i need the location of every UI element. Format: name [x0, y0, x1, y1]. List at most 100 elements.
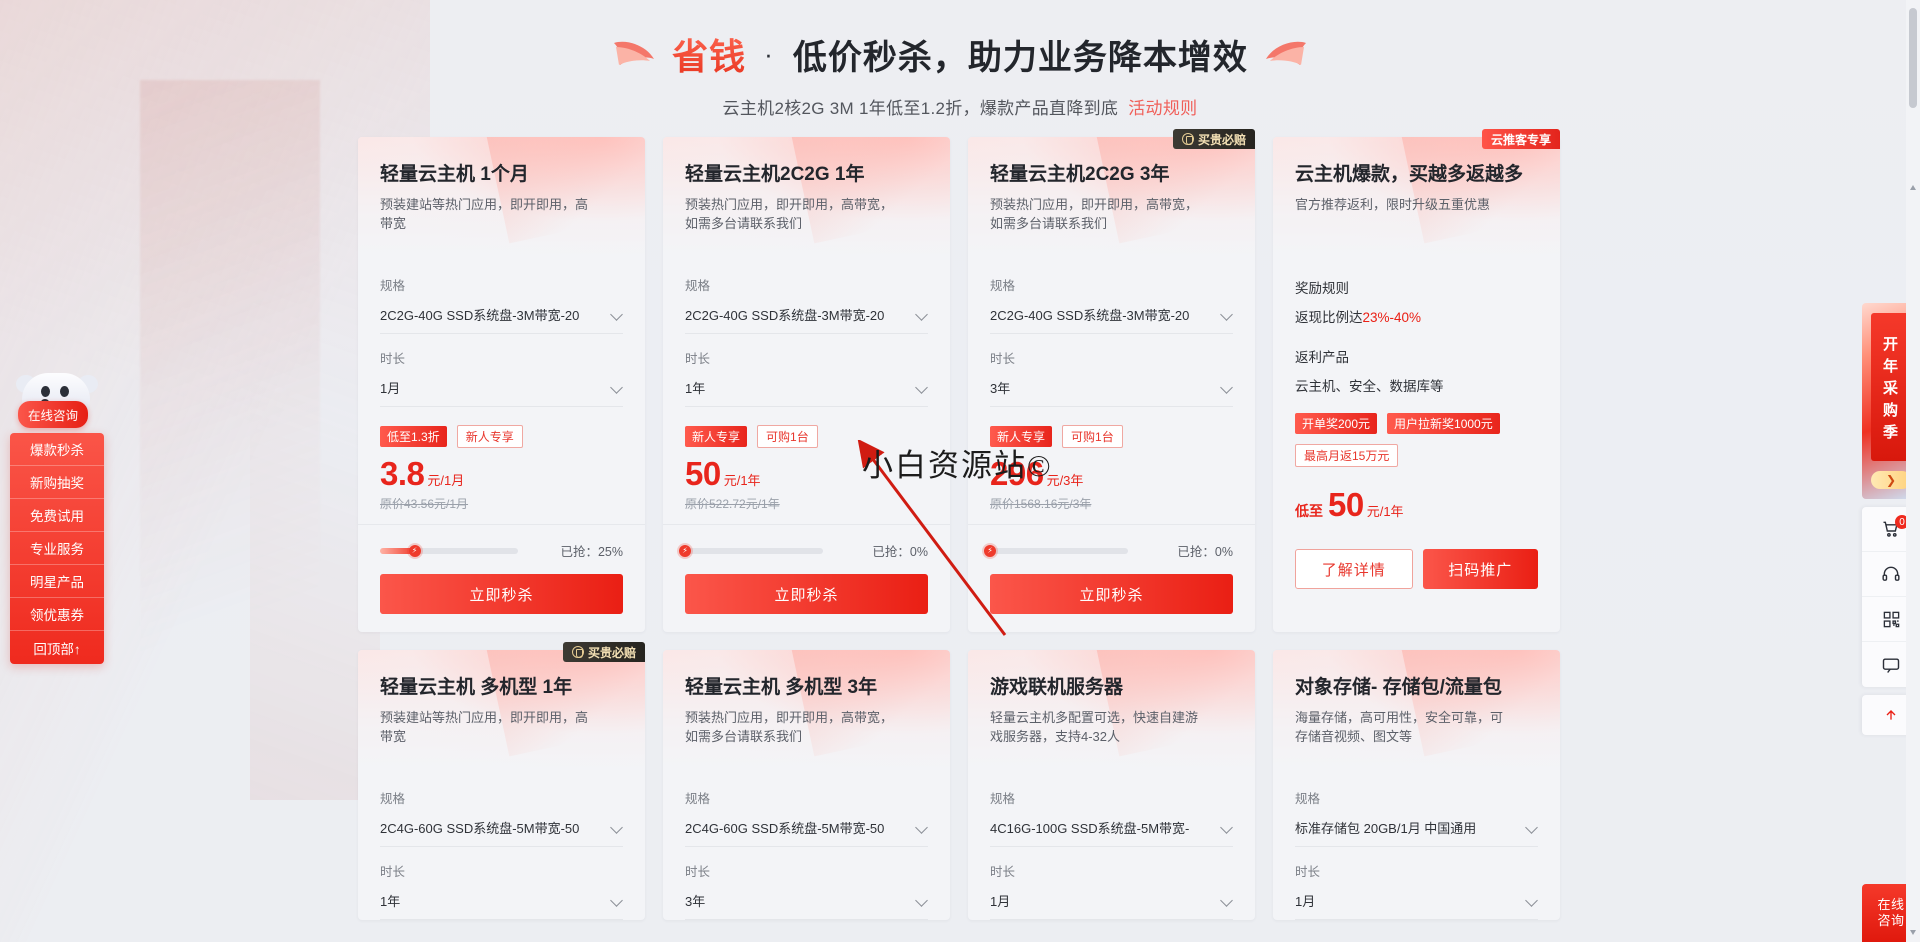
progress-bar: ⚡ — [679, 544, 823, 557]
chevron-down-icon — [916, 822, 928, 834]
spec-select[interactable]: 4C16G-100G SSD系统盘-5M带宽- — [990, 818, 1233, 837]
spec-field[interactable]: 规格 标准存储包 20GB/1月 中国通用 — [1295, 774, 1538, 848]
product-card[interactable]: 轻量云主机 1个月 预装建站等热门应用，即开即用，高带宽 规格 2C2G-40G… — [358, 137, 645, 633]
duration-label: 时长 — [1295, 865, 1321, 880]
page-title-highlight: 省钱 — [672, 28, 746, 80]
shield-icon — [571, 646, 584, 659]
original-price: 原价1568.16元/3年 — [990, 497, 1092, 512]
product-card[interactable]: 轻量云主机2C2G 1年 预装热门应用，即开即用，高带宽，如需多台请联系我们 规… — [663, 137, 950, 633]
duration-select[interactable]: 1年 — [685, 378, 928, 397]
learn-more-button[interactable]: 了解详情 — [1295, 549, 1413, 590]
card-description: 预装热门应用，即开即用，高带宽，如需多台请联系我们 — [990, 197, 1199, 231]
nav-item-star-products[interactable]: 明星产品 — [10, 565, 104, 598]
duration-value: 3年 — [685, 894, 706, 910]
duration-select[interactable]: 1月 — [1295, 891, 1538, 910]
spec-label: 规格 — [685, 279, 711, 293]
card-description: 海量存储，高可用性，安全可靠，可存储音视频、图文等 — [1295, 710, 1504, 745]
product-card[interactable]: 游戏联机服务器 轻量云主机多配置可选，快速自建游戏服务器，支持4-32人 规格 … — [968, 650, 1255, 921]
card-body: 规格 2C4G-60G SSD系统盘-5M带宽-50 时长 1年 — [358, 768, 645, 921]
duration-field[interactable]: 时长 1年 — [685, 334, 928, 407]
banner-char-5: 季 — [1882, 423, 1899, 441]
progress-text: 已抢：0% — [872, 545, 928, 560]
spec-select[interactable]: 2C2G-40G SSD系统盘-3M带宽-20 — [685, 305, 928, 324]
product-card[interactable]: 轻量云主机 多机型 3年 预装热门应用，即开即用，高带宽，如需多台请联系我们 规… — [663, 650, 950, 921]
duration-select[interactable]: 3年 — [990, 378, 1233, 397]
product-card[interactable]: 对象存储- 存储包/流量包 海量存储，高可用性，安全可靠，可存储音视频、图文等 … — [1273, 650, 1560, 921]
progress-knob-icon: ⚡ — [984, 544, 996, 557]
page-header: 省钱 · 低价秒杀，助力业务降本增效 云主机2核2G 3M 1年低至1.2折，爆… — [0, 0, 1920, 119]
duration-field[interactable]: 时长 3年 — [990, 334, 1233, 407]
nav-item-lottery[interactable]: 新购抽奖 — [10, 466, 104, 499]
price-prefix: 低至 — [1295, 503, 1323, 519]
spec-label: 规格 — [1295, 792, 1321, 807]
spec-field[interactable]: 规格 2C2G-40G SSD系统盘-3M带宽-20 — [990, 261, 1233, 334]
spec-field[interactable]: 规格 2C4G-60G SSD系统盘-5M带宽-50 — [380, 774, 623, 848]
discount-tag: 低至1.3折 — [380, 426, 447, 447]
page-scrollbar[interactable] — [1906, 0, 1920, 942]
progress-knob-icon: ⚡ — [679, 544, 691, 557]
spec-select[interactable]: 标准存储包 20GB/1月 中国通用 — [1295, 818, 1538, 837]
card-body: 规格 2C2G-40G SSD系统盘-3M带宽-20 时长 1月 — [358, 255, 645, 407]
qr-code-icon — [1883, 611, 1899, 627]
spec-select[interactable]: 2C4G-60G SSD系统盘-5M带宽-50 — [685, 818, 928, 837]
card-title: 轻量云主机2C2G 1年 — [685, 164, 865, 185]
nav-item-pro-service[interactable]: 专业服务 — [10, 532, 104, 565]
spec-field[interactable]: 规格 2C4G-60G SSD系统盘-5M带宽-50 — [685, 774, 928, 848]
duration-select[interactable]: 3年 — [685, 891, 928, 910]
online-consult-pill[interactable]: 在线咨询 — [18, 401, 89, 428]
progress-bar: ⚡ — [984, 544, 1128, 557]
price-value: 50 — [685, 455, 721, 492]
newuser-tag: 新人专享 — [456, 425, 523, 448]
spec-select[interactable]: 2C2G-40G SSD系统盘-3M带宽-20 — [380, 305, 623, 324]
chevron-down-icon — [1526, 822, 1538, 834]
duration-select[interactable]: 1月 — [380, 378, 623, 397]
spec-select[interactable]: 2C4G-60G SSD系统盘-5M带宽-50 — [380, 818, 623, 837]
reward-rule-plain: 返现比例达 — [1295, 310, 1363, 325]
nav-item-flash-sale[interactable]: 爆款秒杀 — [10, 433, 104, 466]
duration-field[interactable]: 时长 1年 — [380, 847, 623, 921]
activity-rule-link[interactable]: 活动规则 — [1128, 99, 1197, 118]
scrollbar-thumb[interactable] — [1909, 8, 1917, 108]
chevron-down-icon — [1221, 309, 1233, 321]
spec-field[interactable]: 规格 2C2G-40G SSD系统盘-3M带宽-20 — [380, 261, 623, 334]
promoter-card[interactable]: 云推客专享 云主机爆款，买越多返越多 官方推荐返利，限时升级五重优惠 奖励规则 … — [1273, 129, 1560, 633]
product-card[interactable]: 买贵必赔 轻量云主机2C2G 3年 预装热门应用，即开即用，高带宽，如需多台请联… — [968, 129, 1255, 633]
product-card[interactable]: 买贵必赔 轻量云主机 多机型 1年 预装建站等热门应用，即开即用，高带宽 规格 … — [358, 642, 645, 921]
duration-field[interactable]: 时长 1月 — [1295, 847, 1538, 921]
chevron-down-icon — [1221, 895, 1233, 907]
progress-row: ⚡ 已抢：0% — [663, 524, 950, 560]
nav-item-back-to-top[interactable]: 回顶部↑ — [10, 631, 104, 664]
page-title-main: 低价秒杀，助力业务降本增效 — [792, 38, 1248, 77]
buy-now-button[interactable]: 立即秒杀 — [990, 574, 1233, 615]
duration-value: 1月 — [380, 381, 401, 396]
price-value: 3.8 — [380, 455, 425, 492]
buy-now-button[interactable]: 立即秒杀 — [685, 574, 928, 615]
spec-field[interactable]: 规格 2C2G-40G SSD系统盘-3M带宽-20 — [685, 261, 928, 334]
banner-arrow-icon[interactable]: ❯ — [1871, 471, 1911, 489]
card-description: 预装热门应用，即开即用，高带宽，如需多台请联系我们 — [685, 197, 894, 231]
chevron-down-icon — [916, 382, 928, 394]
duration-select[interactable]: 1月 — [990, 891, 1233, 910]
card-title: 轻量云主机 多机型 1年 — [380, 677, 573, 699]
original-price: 原价43.56元/1月 — [380, 497, 469, 512]
nav-item-coupons[interactable]: 领优惠券 — [10, 598, 104, 631]
duration-field[interactable]: 时长 3年 — [685, 847, 928, 921]
duration-field[interactable]: 时长 1月 — [380, 334, 623, 407]
spec-field[interactable]: 规格 4C16G-100G SSD系统盘-5M带宽- — [990, 774, 1233, 848]
buy-now-button[interactable]: 立即秒杀 — [380, 574, 623, 615]
scroll-up-icon[interactable] — [1909, 184, 1917, 192]
duration-field[interactable]: 时长 1月 — [990, 847, 1233, 921]
price-guarantee-badge: 买贵必赔 — [562, 642, 645, 663]
duration-select[interactable]: 1年 — [380, 891, 623, 910]
card-actions: 立即秒杀 — [663, 560, 950, 632]
consult-fab-line1: 在线 — [1877, 897, 1905, 912]
newuser-tag: 新人专享 — [685, 426, 748, 447]
referral-bonus-tag: 用户拉新奖1000元 — [1387, 413, 1500, 434]
qr-promote-button[interactable]: 扫码推广 — [1422, 549, 1538, 590]
spec-value: 2C4G-60G SSD系统盘-5M带宽-50 — [685, 821, 885, 837]
scroll-down-icon[interactable] — [1909, 928, 1917, 936]
duration-label: 时长 — [990, 865, 1016, 880]
price-unit: 元/3年 — [1046, 473, 1084, 488]
nav-item-free-trial[interactable]: 免费试用 — [10, 499, 104, 532]
spec-select[interactable]: 2C2G-40G SSD系统盘-3M带宽-20 — [990, 305, 1233, 324]
